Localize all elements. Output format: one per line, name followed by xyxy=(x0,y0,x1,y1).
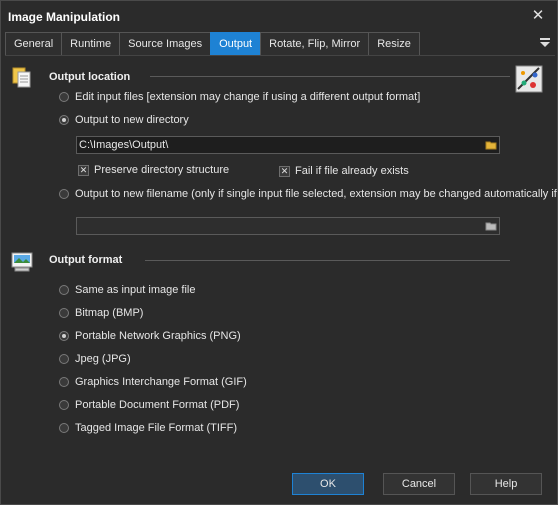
section-divider xyxy=(145,260,510,261)
filename-field[interactable] xyxy=(76,217,500,235)
tab-source-images[interactable]: Source Images xyxy=(119,32,211,56)
radio-output-new-filename[interactable]: Output to new filename (only if single i… xyxy=(59,186,557,202)
radio-button[interactable] xyxy=(59,308,69,318)
radio-edit-input-files[interactable]: Edit input files [extension may change i… xyxy=(59,89,420,105)
cancel-button[interactable]: Cancel xyxy=(383,473,455,495)
radio-output-new-directory[interactable]: Output to new directory xyxy=(59,112,189,128)
radio-label: Output to new directory xyxy=(75,114,189,126)
folder-icon[interactable] xyxy=(484,138,498,152)
radio-button[interactable] xyxy=(59,285,69,295)
dialog-window: Image Manipulation ✕ General Runtime Sou… xyxy=(0,0,558,505)
radio-format-tiff[interactable]: Tagged Image File Format (TIFF) xyxy=(59,420,237,436)
radio-label: Jpeg (JPG) xyxy=(75,353,131,365)
output-location-heading: Output location xyxy=(49,71,131,83)
radio-label: Output to new filename (only if single i… xyxy=(75,188,557,200)
preserve-structure-label: Preserve directory structure xyxy=(94,164,230,176)
radio-button[interactable] xyxy=(59,423,69,433)
radio-label: Same as input image file xyxy=(75,284,196,296)
radio-label: Graphics Interchange Format (GIF) xyxy=(75,376,247,388)
radio-label: Edit input files [extension may change i… xyxy=(75,91,421,103)
radio-button[interactable] xyxy=(59,115,69,125)
output-panel: Output location Edit input files [extens… xyxy=(5,55,557,466)
close-icon[interactable]: ✕ xyxy=(527,5,549,27)
hamburger-icon[interactable] xyxy=(539,36,551,48)
radio-button[interactable] xyxy=(59,331,69,341)
radio-button[interactable] xyxy=(59,400,69,410)
fail-if-exists-checkbox-row[interactable]: ✕ Fail if file already exists xyxy=(279,163,409,179)
radio-button[interactable] xyxy=(59,354,69,364)
title-bar: Image Manipulation ✕ xyxy=(1,1,557,32)
ok-button[interactable]: OK xyxy=(292,473,364,495)
filename-input[interactable] xyxy=(79,219,477,233)
radio-button[interactable] xyxy=(59,92,69,102)
radio-label: Tagged Image File Format (TIFF) xyxy=(75,422,237,434)
radio-format-same-as-input[interactable]: Same as input image file xyxy=(59,282,195,298)
radio-label: Portable Document Format (PDF) xyxy=(75,399,240,411)
tab-resize[interactable]: Resize xyxy=(368,32,420,56)
folder-icon[interactable] xyxy=(484,219,498,233)
radio-button[interactable] xyxy=(59,377,69,387)
tab-bar: General Runtime Source Images Output Rot… xyxy=(5,32,420,56)
help-button[interactable]: Help xyxy=(470,473,542,495)
radio-format-pdf[interactable]: Portable Document Format (PDF) xyxy=(59,397,239,413)
radio-format-png[interactable]: Portable Network Graphics (PNG) xyxy=(59,328,241,344)
fail-if-exists-label: Fail if file already exists xyxy=(295,165,409,177)
output-format-heading: Output format xyxy=(49,254,123,266)
directory-input[interactable] xyxy=(79,138,477,152)
window-title: Image Manipulation xyxy=(8,10,121,24)
directory-field[interactable] xyxy=(76,136,500,154)
radio-format-gif[interactable]: Graphics Interchange Format (GIF) xyxy=(59,374,247,390)
tab-rotate-flip-mirror[interactable]: Rotate, Flip, Mirror xyxy=(260,32,369,56)
preserve-structure-checkbox[interactable]: ✕ xyxy=(78,164,89,176)
section-divider xyxy=(150,76,510,77)
fail-if-exists-checkbox[interactable]: ✕ xyxy=(279,165,290,177)
radio-format-jpg[interactable]: Jpeg (JPG) xyxy=(59,351,131,367)
radio-label: Bitmap (BMP) xyxy=(75,307,144,319)
radio-format-bmp[interactable]: Bitmap (BMP) xyxy=(59,305,143,321)
radio-label: Portable Network Graphics (PNG) xyxy=(75,330,241,342)
radio-button[interactable] xyxy=(59,189,69,199)
tab-output[interactable]: Output xyxy=(210,32,261,56)
preserve-structure-checkbox-row[interactable]: ✕ Preserve directory structure xyxy=(78,162,229,178)
tab-runtime[interactable]: Runtime xyxy=(61,32,120,56)
image-format-icon xyxy=(11,252,33,272)
tab-general[interactable]: General xyxy=(5,32,62,56)
image-tools-icon xyxy=(515,65,543,93)
documents-icon xyxy=(12,67,31,88)
